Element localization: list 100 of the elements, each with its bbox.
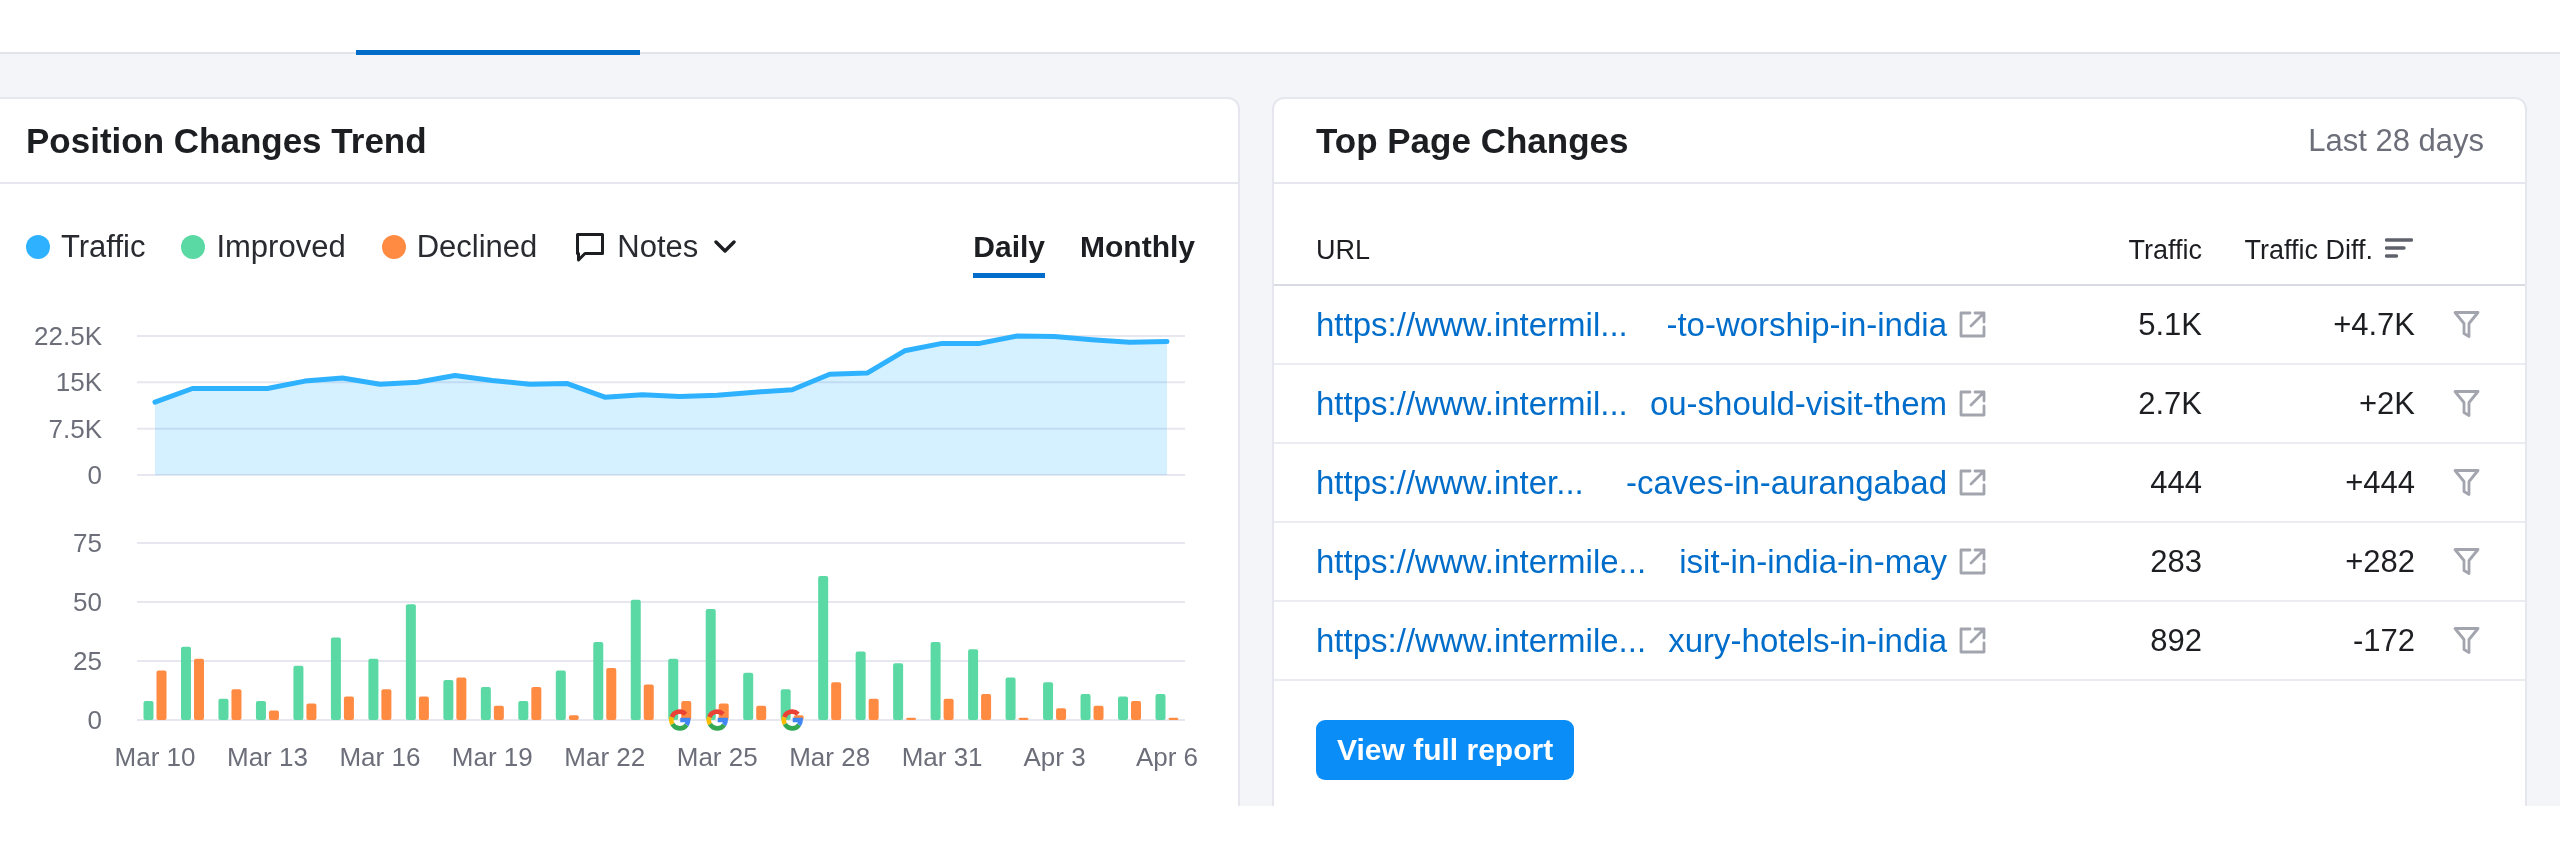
external-link-icon[interactable]	[1957, 546, 1988, 577]
declined-bar	[831, 682, 842, 720]
declined-bar	[231, 689, 242, 720]
declined-bar	[1168, 717, 1179, 720]
x-axis-label: Mar 10	[114, 742, 196, 773]
improved-bar	[1080, 694, 1091, 720]
y-axis-label: 25	[73, 646, 102, 677]
external-link-icon[interactable]	[1957, 625, 1988, 656]
improved-bar	[218, 698, 229, 720]
filter-icon[interactable]	[2453, 310, 2480, 339]
column-header: Traffic	[2128, 234, 2202, 267]
declined-bar	[643, 684, 654, 720]
declined-bar	[1131, 701, 1141, 720]
improved-bar	[780, 689, 791, 720]
external-link-icon[interactable]	[1957, 309, 1988, 340]
url-link[interactable]: https://www.intermil... -to-worship-in-india	[1316, 304, 1947, 345]
improved-bar	[893, 663, 904, 720]
improved-bar	[555, 670, 566, 720]
traffic-diff-value: +2K	[2358, 384, 2415, 423]
external-link-icon[interactable]	[1957, 467, 1988, 498]
traffic-value: 444	[2150, 463, 2202, 502]
declined-bar	[156, 670, 167, 720]
traffic-diff-value: +282	[2345, 542, 2415, 581]
x-axis-label: Mar 31	[901, 742, 983, 773]
traffic-value: 283	[2150, 542, 2202, 581]
declined-bar	[943, 698, 954, 720]
improved-bar	[668, 658, 679, 720]
g-logo-icon[interactable]	[706, 709, 728, 731]
improved-bar	[480, 686, 491, 720]
traffic-value: 892	[2150, 621, 2202, 660]
improved-bar	[443, 679, 454, 720]
declined-bar	[906, 717, 917, 720]
improved-bar	[855, 651, 866, 720]
x-axis-label: Mar 19	[451, 742, 533, 773]
traffic-diff-value: +4.7K	[2333, 305, 2415, 344]
sort-icon[interactable]	[2385, 236, 2413, 259]
y-axis-label: 50	[73, 587, 102, 618]
declined-bar	[568, 715, 579, 720]
declined-bar	[493, 705, 504, 720]
improved-bar	[968, 649, 979, 720]
declined-bar	[456, 677, 467, 720]
url-link[interactable]: https://www.inter... -caves-in-aurangabad	[1316, 462, 1947, 503]
x-axis-label: Mar 22	[564, 742, 646, 773]
y-axis-label: 0	[87, 460, 102, 490]
traffic-diff-value: -172	[2352, 621, 2415, 660]
y-axis-label: 75	[73, 528, 102, 559]
chevron-down-icon	[714, 240, 737, 254]
filter-icon[interactable]	[2453, 468, 2480, 497]
period-label: Last 28 days	[2308, 121, 2484, 160]
declined-bar	[868, 698, 879, 720]
card-title: Position Changes Trend	[26, 119, 427, 162]
improved-bar	[1005, 677, 1016, 720]
legend-item[interactable]: Declined	[381, 229, 538, 265]
x-axis-label: Mar 28	[789, 742, 871, 773]
improved-bar	[143, 701, 154, 720]
declined-bar	[718, 703, 729, 720]
notes-dropdown[interactable]: Notes	[575, 229, 737, 265]
filter-icon[interactable]	[2453, 389, 2480, 418]
declined-bar	[306, 703, 317, 720]
declined-bar	[268, 710, 279, 720]
legend-item[interactable]: Traffic	[26, 229, 146, 265]
declined-bar	[756, 705, 767, 720]
y-axis-label: 7.5K	[48, 413, 102, 444]
y-axis-label: 22.5K	[34, 321, 102, 352]
declined-bar	[981, 694, 992, 720]
x-axis-label: Mar 13	[227, 742, 308, 773]
legend-item[interactable]: Improved	[181, 229, 346, 265]
period-tab[interactable]: Daily	[973, 229, 1045, 278]
declined-bar	[1056, 708, 1067, 720]
url-link[interactable]: https://www.intermile... isit-in-india-in-may	[1316, 541, 1947, 582]
declined-bar	[381, 689, 392, 720]
declined-bar	[194, 658, 204, 720]
traffic-value: 2.7K	[2138, 384, 2202, 423]
improved-bar	[293, 665, 304, 720]
improved-bar	[1043, 682, 1054, 720]
filter-icon[interactable]	[2453, 547, 2480, 576]
url-link[interactable]: https://www.intermil... ou-should-visit-them	[1316, 383, 1947, 424]
g-logo-icon[interactable]	[669, 709, 691, 731]
x-axis-label: Mar 16	[339, 742, 421, 773]
period-tab[interactable]: Monthly	[1080, 229, 1195, 278]
improved-bar	[1118, 696, 1128, 720]
card-title: Top Page Changes	[1316, 119, 1629, 162]
filter-icon[interactable]	[2453, 626, 2480, 655]
url-link[interactable]: https://www.intermile... xury-hotels-in-india	[1316, 620, 1947, 661]
declined-bar	[606, 668, 617, 720]
declined-bar	[1093, 705, 1104, 720]
improved-bar	[1155, 694, 1166, 720]
x-axis-label: Apr 6	[1135, 742, 1199, 773]
declined-bar	[1018, 717, 1029, 720]
declined-bar	[681, 701, 692, 720]
y-axis-label: 15K	[55, 367, 102, 398]
declined-bar	[418, 696, 429, 720]
speech-bubble-icon	[575, 232, 606, 262]
declined-bar	[793, 715, 804, 720]
declined-bar	[343, 696, 354, 720]
g-logo-icon[interactable]	[781, 709, 803, 731]
external-link-icon[interactable]	[1957, 388, 1988, 419]
column-header: Traffic Diff.	[2244, 234, 2373, 267]
improved-bar	[255, 701, 266, 720]
column-header: URL	[1316, 234, 1370, 267]
